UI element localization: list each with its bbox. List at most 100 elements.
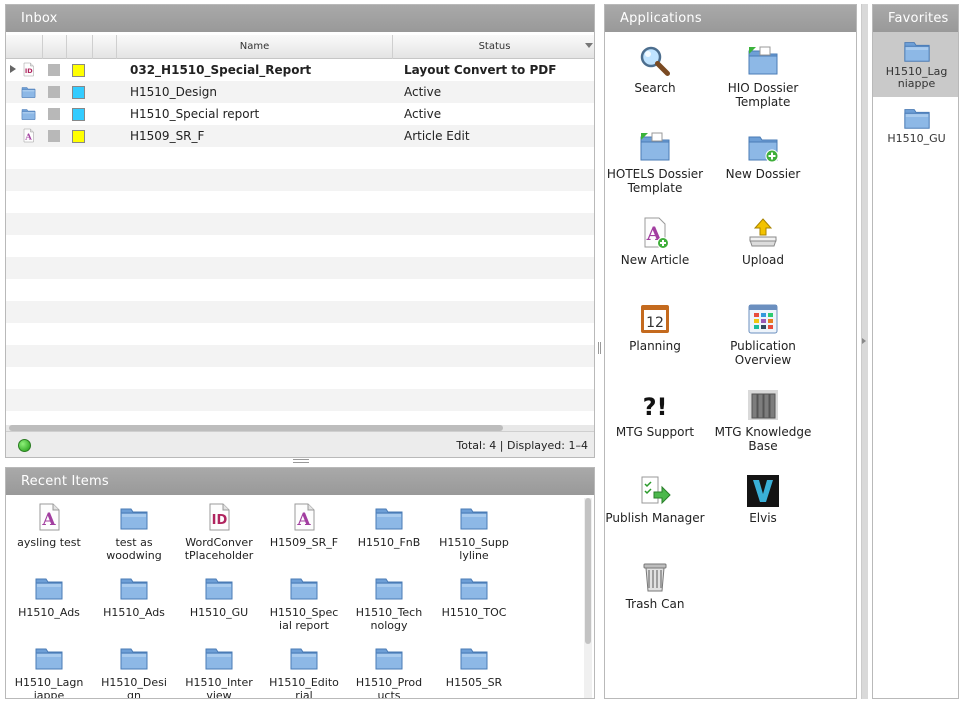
app-search-button[interactable]: Search xyxy=(605,44,710,95)
folder-icon xyxy=(119,572,149,602)
publication-overview-icon xyxy=(746,302,780,336)
favorite-label: H1510_GU xyxy=(887,132,946,145)
flag-placeholder xyxy=(48,86,60,98)
empty-row xyxy=(6,213,594,235)
column-expand[interactable] xyxy=(6,35,42,59)
recent-item-label: H1510_Supp lyline xyxy=(439,536,509,562)
recent-item[interactable]: H1510_Edito rial xyxy=(262,642,346,698)
dossier-template-icon xyxy=(638,130,672,164)
recent-item[interactable]: H1510_Lagn iappe xyxy=(7,642,91,698)
column-flag[interactable] xyxy=(66,35,92,59)
folder-icon xyxy=(34,572,64,602)
row-name: H1509_SR_F xyxy=(130,129,205,143)
app-label: HOTELS Dossier Template xyxy=(606,167,704,195)
app-elvis-button[interactable]: Elvis xyxy=(708,474,818,525)
inbox-row[interactable]: H1510_Design Active xyxy=(6,81,594,103)
horizontal-splitter-handle[interactable] xyxy=(293,459,309,463)
recent-item-label: H1510_TOC xyxy=(441,606,507,619)
app-support-button[interactable]: ?! MTG Support xyxy=(605,388,710,439)
app-label: Trash Can xyxy=(625,597,685,611)
svg-text:A: A xyxy=(24,133,32,143)
expand-arrow-icon[interactable] xyxy=(10,65,16,73)
upload-icon xyxy=(746,216,780,250)
new-article-icon: A xyxy=(638,216,672,250)
recent-item-label: H1510_GU xyxy=(189,606,249,619)
recent-item-label: H1509_SR_F xyxy=(269,536,339,549)
inbox-row[interactable]: H1510_Special report Active xyxy=(6,103,594,125)
dossier-template-icon xyxy=(746,44,780,78)
app-new-dossier-button[interactable]: New Dossier xyxy=(708,130,818,181)
inbox-row[interactable]: ID 032_H1510_Special_Report Layout Conver… xyxy=(6,59,594,81)
collapse-arrow-icon[interactable] xyxy=(862,338,866,344)
column-status-header[interactable]: Status xyxy=(392,35,594,59)
app-dossier-template-button[interactable]: HOTELS Dossier Template xyxy=(605,130,710,195)
recent-item[interactable]: H1510_TOC xyxy=(432,572,516,619)
app-label: MTG Support xyxy=(615,425,695,439)
app-knowledge-base-button[interactable]: MTG Knowledge Base xyxy=(708,388,818,453)
favorite-item[interactable]: H1510_Lag niappe xyxy=(873,32,958,97)
knowledge-base-icon xyxy=(746,388,780,422)
app-label: Search xyxy=(634,81,676,95)
svg-text:A: A xyxy=(41,510,56,530)
column-name-header[interactable]: Name xyxy=(116,35,392,59)
recent-item[interactable]: ID WordConver tPlaceholder xyxy=(177,502,261,562)
app-dossier-template-button[interactable]: HIO Dossier Template xyxy=(708,44,818,109)
recent-item[interactable]: H1510_Inter view xyxy=(177,642,261,698)
recent-item[interactable]: H1510_GU xyxy=(177,572,261,619)
recent-item-label: H1510_FnB xyxy=(357,536,421,549)
favorites-title: Favorites xyxy=(873,5,958,32)
recent-item[interactable]: A aysling test xyxy=(7,502,91,549)
elvis-icon xyxy=(746,474,780,508)
flag-placeholder xyxy=(48,108,60,120)
recent-item[interactable]: H1505_SR xyxy=(432,642,516,689)
app-label: Planning xyxy=(629,339,681,353)
recent-item[interactable]: H1510_FnB xyxy=(347,502,431,549)
recent-item[interactable]: H1510_Tech nology xyxy=(347,572,431,632)
app-publication-overview-button[interactable]: Publication Overview xyxy=(708,302,818,367)
app-publish-manager-button[interactable]: Publish Manager xyxy=(605,474,710,525)
column-color[interactable] xyxy=(92,35,116,59)
app-calendar-button[interactable]: 12 Planning xyxy=(605,302,710,353)
favorites-collapse-bar[interactable] xyxy=(861,4,868,699)
recent-vertical-scrollbar[interactable] xyxy=(584,498,592,698)
scrollbar-thumb[interactable] xyxy=(585,498,591,644)
vertical-splitter-handle[interactable] xyxy=(598,342,601,354)
inbox-row[interactable]: A H1509_SR_F Article Edit xyxy=(6,125,594,147)
svg-text:ID: ID xyxy=(212,513,228,528)
publish-manager-icon xyxy=(638,474,672,508)
app-label: Upload xyxy=(741,253,785,267)
recent-item[interactable]: H1510_Supp lyline xyxy=(432,502,516,562)
recent-item[interactable]: H1510_Desi gn xyxy=(92,642,176,698)
app-new-article-button[interactable]: A New Article xyxy=(605,216,710,267)
status-color-swatch xyxy=(72,86,85,99)
recent-item[interactable]: H1510_Spec ial report xyxy=(262,572,346,632)
app-label: HIO Dossier Template xyxy=(727,81,799,109)
flag-placeholder xyxy=(48,130,60,142)
recent-item[interactable]: H1510_Ads xyxy=(7,572,91,619)
folder-icon xyxy=(34,642,64,672)
trash-icon xyxy=(638,560,672,594)
app-upload-button[interactable]: Upload xyxy=(708,216,818,267)
recent-item-label: aysling test xyxy=(17,536,81,549)
article-icon: A xyxy=(21,128,36,143)
status-color-swatch xyxy=(72,130,85,143)
folder-icon xyxy=(459,572,489,602)
folder-icon xyxy=(459,502,489,532)
folder-icon xyxy=(119,642,149,672)
app-label: Publish Manager xyxy=(605,511,705,525)
empty-row xyxy=(6,279,594,301)
favorite-item[interactable]: H1510_GU xyxy=(873,99,958,151)
recent-item[interactable]: H1510_Ads xyxy=(92,572,176,619)
app-label: Publication Overview xyxy=(730,339,796,367)
inbox-panel: Inbox Name Status ID 032_H1510_Special_R… xyxy=(5,4,595,458)
recent-item[interactable]: test as woodwing xyxy=(92,502,176,562)
app-label: MTG Knowledge Base xyxy=(714,425,812,453)
column-type[interactable] xyxy=(42,35,66,59)
recent-item[interactable]: A H1509_SR_F xyxy=(262,502,346,549)
empty-row xyxy=(6,147,594,169)
app-trash-button[interactable]: Trash Can xyxy=(605,560,710,611)
recent-item-label: H1510_Ads xyxy=(103,606,165,619)
recent-item[interactable]: H1510_Prod ucts xyxy=(347,642,431,698)
column-menu-arrow-icon[interactable] xyxy=(585,43,593,48)
folder-icon xyxy=(289,572,319,602)
